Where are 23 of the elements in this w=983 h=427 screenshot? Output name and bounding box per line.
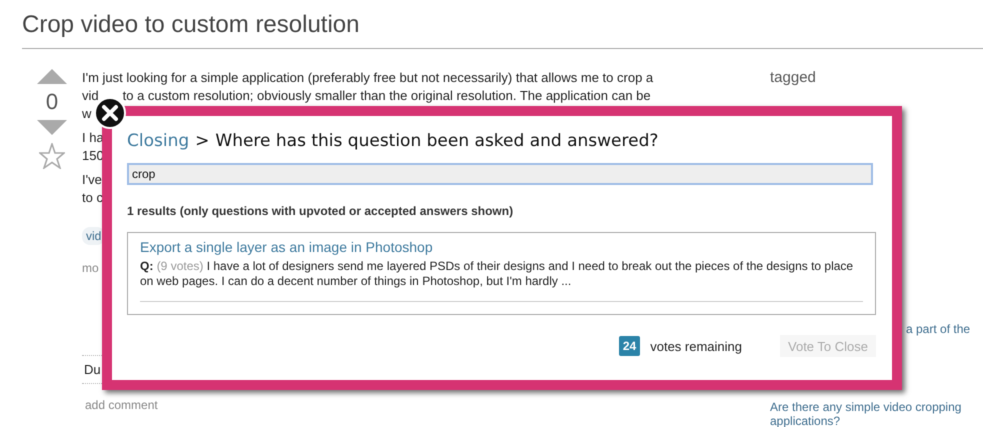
question-text: w [82,106,92,121]
breadcrumb-link[interactable]: Closing [127,131,190,151]
dialog-title: Where has this question been asked and answered? [215,131,658,151]
upvote-icon[interactable] [37,69,67,84]
star-icon[interactable] [39,143,65,169]
sidebar-heading: tagged [770,69,817,86]
votes-remaining-label: votes remaining [650,338,742,354]
downvote-icon[interactable] [37,120,67,135]
search-field[interactable]: crop [127,163,873,185]
question-text: I'm just looking for a simple application (preferably free but not necessarily) that allows me to crop a [82,70,654,85]
add-comment-link[interactable]: add comment [82,392,742,412]
results-summary: 1 results (only questions with upvoted or accepted answers shown) [127,204,514,218]
related-link[interactable]: a part of the [906,322,970,336]
question-text: vid [82,88,99,103]
question-title: Crop video to custom resolution [21,10,360,40]
question-text: to a custom resolution; obviously smaller than the original resolution. The application can be [122,88,651,103]
breadcrumb-separator: > [195,131,210,151]
notice-text: Du [84,362,101,377]
question-text: I've [82,172,102,187]
result-excerpt: Q: (9 votes) I have a lot of designers send me layered PSDs of their designs and I need to break out the pieces of the designs to place on web pages. I can do a decent number of things in Photoshop, but I'm hardly ... [140,259,854,289]
result-link[interactable]: Export a single layer as an image in Photoshop [140,239,433,255]
count-badge: 24 [618,336,640,356]
vote-count: 0 [46,88,58,116]
